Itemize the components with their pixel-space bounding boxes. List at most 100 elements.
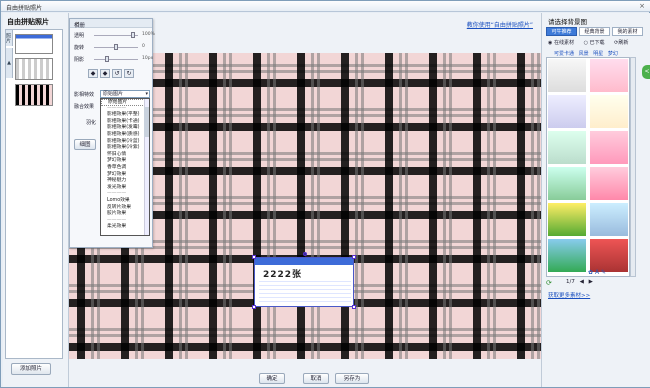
dropdown-option[interactable]: Lomo效果 bbox=[101, 198, 149, 205]
pen-icon[interactable]: ✎ bbox=[601, 269, 606, 276]
cancel-label: 取消 bbox=[310, 376, 322, 382]
radio-online-label: 在线素材 bbox=[553, 40, 574, 46]
refresh-label: 刷新 bbox=[618, 40, 629, 46]
refresh-button[interactable]: ⟳刷新 bbox=[614, 40, 632, 46]
properties-header: 相册 × bbox=[70, 19, 152, 29]
properties-panel: 相册 × 透明 100% 旋转 0 阴影 10px ◆ ◆ ↺ ↻ 影相特效 原… bbox=[69, 18, 155, 248]
dropdown-option[interactable]: 胶片效果 bbox=[101, 211, 149, 218]
flip-horizontal-icon[interactable]: ◆ bbox=[88, 69, 98, 78]
background-thumbnail[interactable] bbox=[547, 166, 587, 201]
background-thumbnail[interactable] bbox=[589, 202, 629, 237]
background-thumbnail[interactable] bbox=[589, 94, 629, 129]
rotate-handle[interactable] bbox=[303, 252, 307, 256]
chevron-down-icon[interactable]: ▾ bbox=[145, 91, 148, 98]
tab-my-materials[interactable]: 我的素材 bbox=[612, 27, 643, 36]
picker-scrollbar[interactable] bbox=[630, 57, 636, 277]
dropdown-scroll-thumb[interactable] bbox=[144, 107, 149, 137]
dropdown-option[interactable]: 影相效果(发霉) bbox=[101, 125, 149, 132]
dropdown-option[interactable]: 发光效果 bbox=[101, 185, 149, 192]
resize-handle-br[interactable] bbox=[352, 305, 356, 309]
cancel-button[interactable]: 取消 bbox=[303, 373, 329, 384]
category-tabs: 可爱卡通 风景 明星 梦幻 bbox=[554, 50, 621, 57]
flip-vertical-icon[interactable]: ◆ bbox=[100, 69, 110, 78]
window-title: 自由拼贴照片 bbox=[6, 5, 43, 12]
shadow-slider[interactable]: 阴影 10px bbox=[74, 55, 154, 63]
rotate-value: 0 bbox=[142, 44, 145, 49]
effect-select-value: 原始图片 bbox=[103, 91, 124, 97]
close-icon[interactable]: × bbox=[74, 21, 81, 28]
tab-recommended[interactable]: 可牛推荐 bbox=[546, 27, 577, 36]
add-photo-button[interactable]: 添加照片 bbox=[11, 363, 51, 375]
save-as-button[interactable]: 另存为 bbox=[335, 373, 369, 384]
app-window: 自由拼贴照片 × 自由拼贴照片 照片 ▲ 添加照片 教你使用“自由拼贴照片” 2… bbox=[0, 0, 650, 388]
dropdown-option[interactable]: 梦幻效果 bbox=[101, 158, 149, 165]
detail-label: 细图 bbox=[79, 142, 91, 148]
background-thumbnail[interactable] bbox=[547, 238, 587, 273]
dropdown-option[interactable]: 影相效果(平整) bbox=[101, 112, 149, 119]
close-icon[interactable]: × bbox=[637, 2, 647, 10]
radio-downloaded-label: 已下载 bbox=[589, 40, 605, 46]
frame-thumbnail[interactable] bbox=[15, 58, 53, 80]
effect-dropdown-list[interactable]: 原始图片 ———— 影相效果(平整) 影相效果(卡通) 影相效果(发霉) 影相效果(质感)… bbox=[100, 98, 150, 236]
radio-downloaded[interactable]: ○ 已下载 bbox=[584, 40, 609, 46]
palette-icon[interactable]: ✿ bbox=[588, 269, 593, 276]
background-thumbnail[interactable] bbox=[589, 58, 629, 93]
detail-button[interactable]: 细图 bbox=[74, 139, 96, 150]
background-thumbnail[interactable] bbox=[547, 58, 587, 93]
text-icon[interactable]: A bbox=[595, 269, 599, 276]
dropdown-option[interactable]: 影相效果(冷紫) bbox=[101, 145, 149, 152]
tool-strip: ✿ A ✎ bbox=[588, 269, 606, 276]
thumbnail-list[interactable]: 照片 ▲ bbox=[5, 29, 63, 359]
opacity-value: 100% bbox=[142, 32, 155, 37]
slider-knob[interactable] bbox=[105, 56, 109, 62]
blend-label: 融合效果 bbox=[74, 104, 95, 110]
tab-photos[interactable]: 照片 bbox=[5, 30, 13, 46]
tab-classic[interactable]: 经典背景 bbox=[579, 27, 610, 36]
dropdown-option[interactable]: 香草色调 bbox=[101, 165, 149, 172]
resize-handle-bl[interactable] bbox=[252, 305, 256, 309]
dropdown-option: ———— bbox=[107, 191, 127, 197]
shadow-value: 10px bbox=[142, 56, 154, 61]
confirm-button[interactable]: 确定 bbox=[259, 373, 285, 384]
placed-photo[interactable]: 2222张 bbox=[252, 252, 356, 309]
background-thumbnail[interactable] bbox=[15, 84, 53, 106]
background-picker-panel: 请选择背景图 可牛推荐 经典背景 我的素材 ◉ 在线素材 ○ 已下载 ⟳刷新 可… bbox=[541, 13, 650, 387]
background-thumbnail[interactable] bbox=[589, 238, 629, 273]
background-thumbnail[interactable] bbox=[547, 94, 587, 129]
opacity-slider[interactable]: 透明 100% bbox=[74, 31, 155, 39]
opacity-label: 透明 bbox=[74, 33, 85, 39]
resize-handle-tr[interactable] bbox=[352, 255, 356, 259]
slider-track bbox=[94, 59, 138, 60]
background-thumbnail[interactable] bbox=[547, 202, 587, 237]
rotate-right-icon[interactable]: ↻ bbox=[124, 69, 134, 78]
more-materials-link[interactable]: 获取更多素材>> bbox=[548, 291, 590, 299]
effect-label: 影相特效 bbox=[74, 92, 95, 98]
tab-other[interactable]: ▲ bbox=[6, 48, 13, 78]
radio-online[interactable]: ◉ 在线素材 bbox=[548, 40, 578, 46]
next-page-icon[interactable]: ▶ bbox=[589, 279, 593, 285]
dropdown-option[interactable]: 神秘魅力 bbox=[101, 178, 149, 185]
background-thumbnail[interactable] bbox=[589, 130, 629, 165]
source-radios: ◉ 在线素材 ○ 已下载 ⟳刷新 bbox=[548, 39, 636, 46]
collapse-tab[interactable]: < bbox=[642, 65, 650, 79]
dropdown-option[interactable]: 影相效果(质感) bbox=[101, 132, 149, 139]
rotate-left-icon[interactable]: ↺ bbox=[112, 69, 122, 78]
feather-label: 羽化 bbox=[86, 120, 97, 126]
photo-thumbnail[interactable] bbox=[15, 34, 53, 54]
dropdown-option[interactable]: 原始图片 bbox=[101, 99, 149, 106]
resize-handle-tl[interactable] bbox=[252, 255, 256, 259]
background-thumbnail[interactable] bbox=[589, 166, 629, 201]
rotate-slider[interactable]: 旋转 0 bbox=[74, 43, 150, 51]
reload-icon[interactable]: ⟳ bbox=[546, 279, 552, 287]
dropdown-option[interactable]: 柔光效果 bbox=[101, 224, 149, 231]
background-thumbnail[interactable] bbox=[547, 130, 587, 165]
prev-page-icon[interactable]: ◀ bbox=[580, 279, 584, 285]
slider-knob[interactable] bbox=[114, 44, 118, 50]
effect-select[interactable]: 原始图片 ▾ bbox=[100, 90, 150, 98]
picker-title: 请选择背景图 bbox=[548, 18, 587, 26]
left-panel: 自由拼贴照片 照片 ▲ 添加照片 bbox=[3, 13, 69, 387]
tutorial-link[interactable]: 教你使用“自由拼贴照片” bbox=[467, 20, 533, 29]
slider-knob[interactable] bbox=[131, 32, 135, 38]
save-as-label: 另存为 bbox=[343, 376, 361, 382]
panel-title: 自由拼贴照片 bbox=[7, 18, 49, 26]
